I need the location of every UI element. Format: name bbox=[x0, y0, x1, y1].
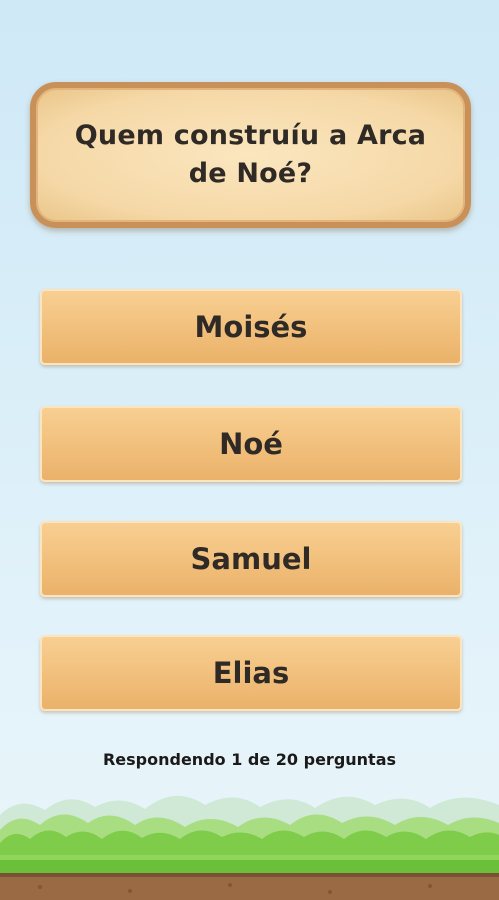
answer-button-2[interactable]: Noé bbox=[40, 406, 462, 482]
answer-label: Samuel bbox=[190, 542, 312, 576]
answer-button-3[interactable]: Samuel bbox=[40, 521, 462, 597]
answer-button-1[interactable]: Moisés bbox=[40, 289, 462, 365]
question-text: Quem construíu a Arca de Noé? bbox=[74, 120, 427, 189]
grass-ground-decoration bbox=[0, 795, 499, 900]
question-card: Quem construíu a Arca de Noé? bbox=[30, 82, 471, 228]
answer-label: Moisés bbox=[194, 310, 308, 344]
progress-text: Respondendo 1 de 20 perguntas bbox=[102, 750, 397, 769]
answer-button-4[interactable]: Elias bbox=[40, 635, 462, 711]
answer-label: Elias bbox=[212, 656, 290, 690]
answer-label: Noé bbox=[219, 427, 283, 461]
